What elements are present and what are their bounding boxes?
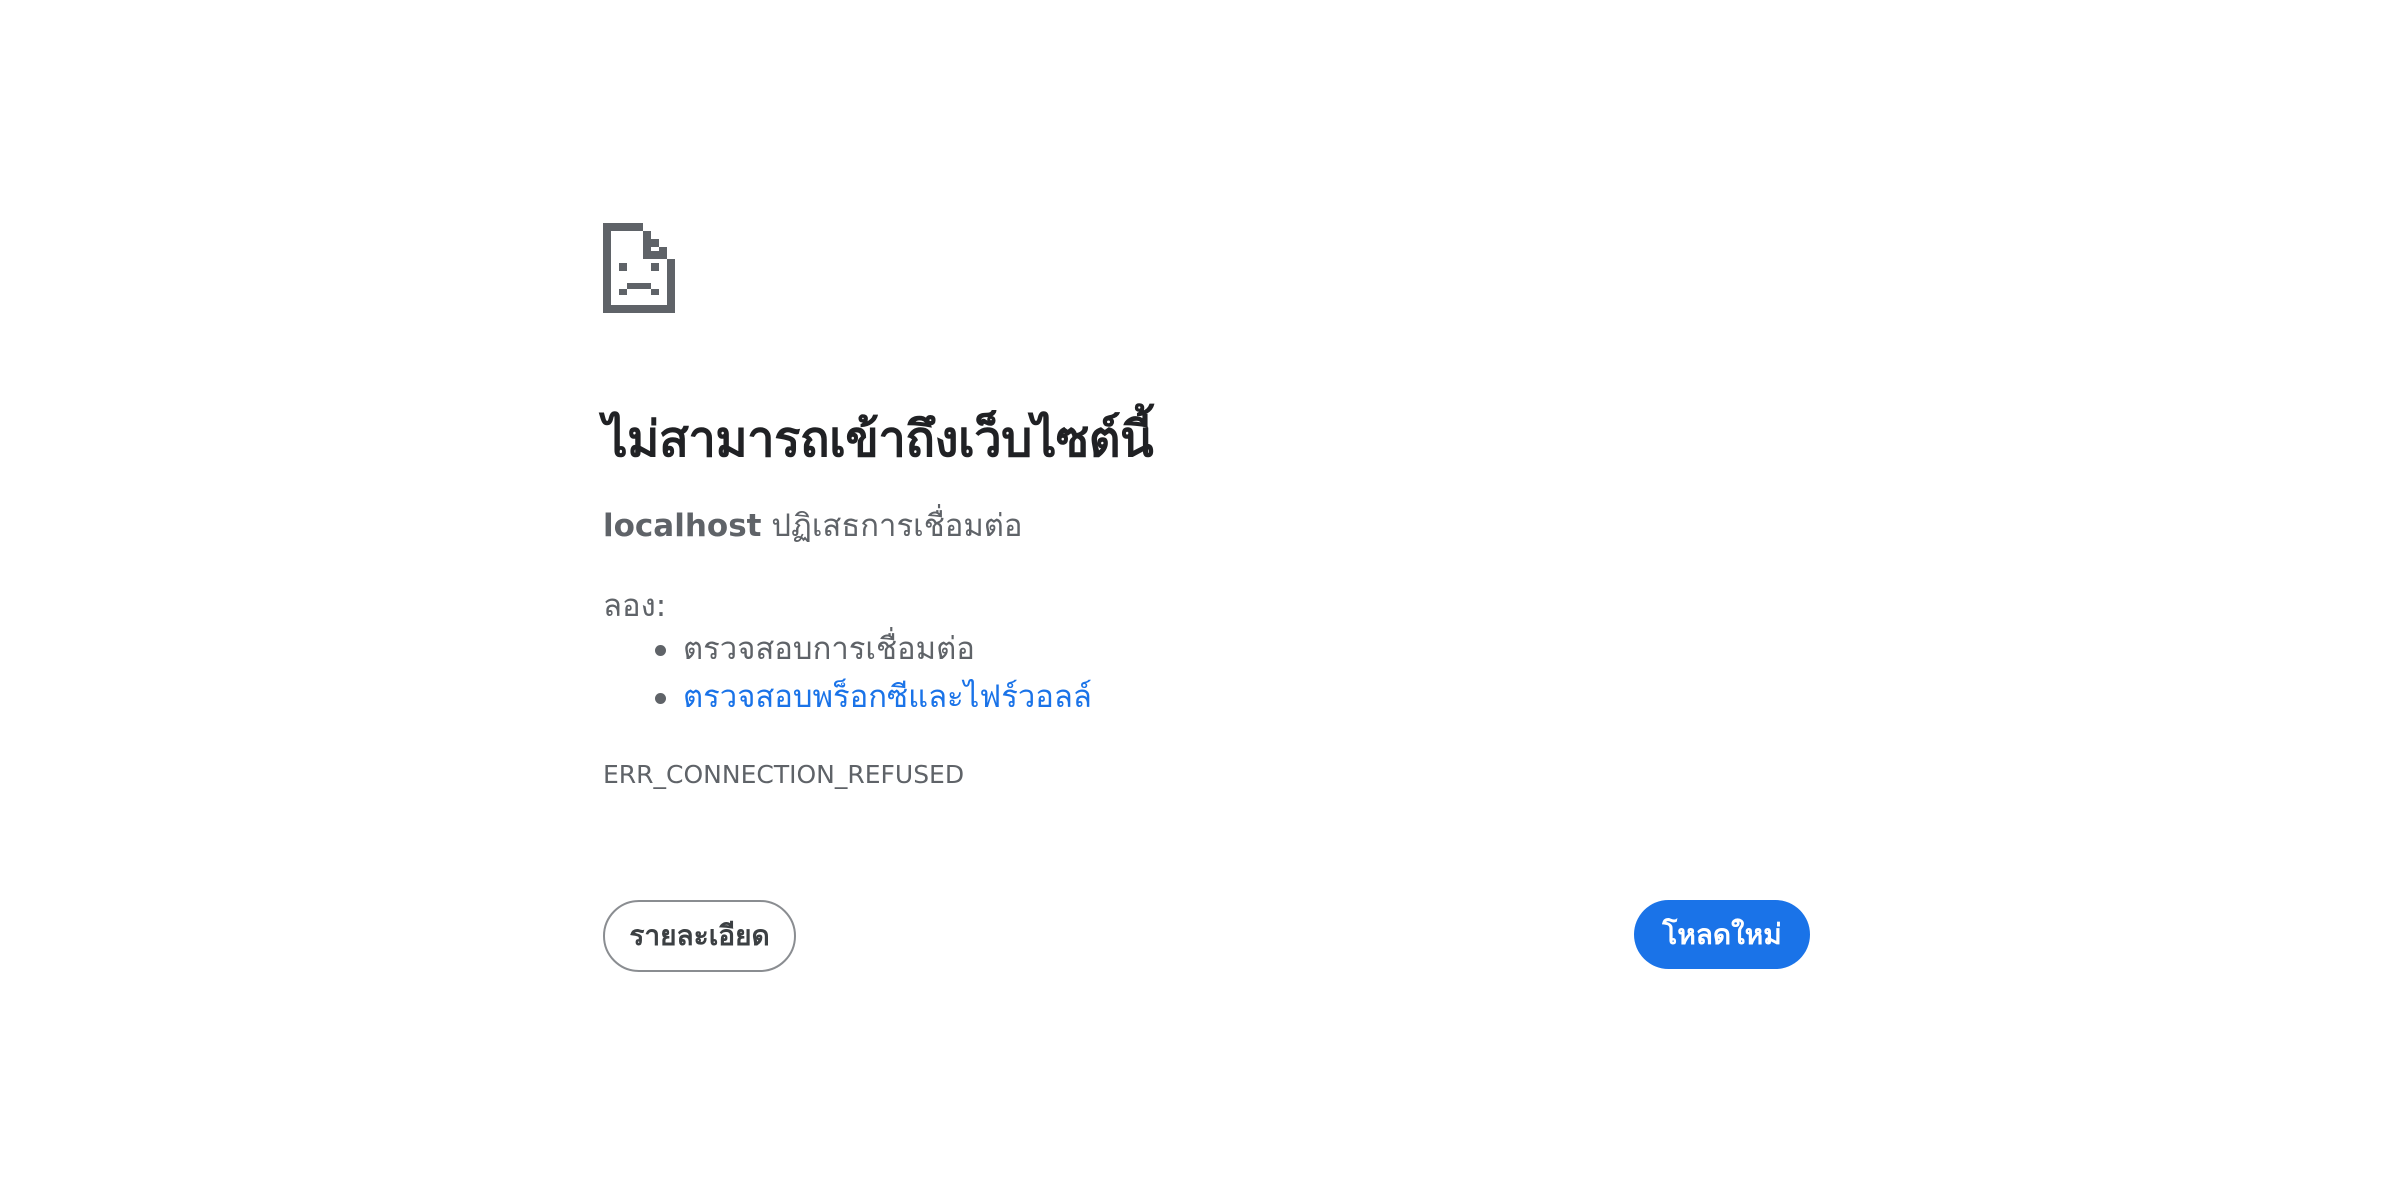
error-page: ไม่สามารถเข้าถึงเว็บไซต์นี้ localhost ปฏ… bbox=[0, 0, 2400, 1184]
error-code: ERR_CONNECTION_REFUSED bbox=[603, 760, 965, 789]
details-button[interactable]: รายละเอียด bbox=[603, 900, 796, 972]
bullet-icon bbox=[655, 645, 666, 656]
suggestion-item-check-proxy: ตรวจสอบพร็อกซีและไฟร์วอลล์ bbox=[603, 673, 1092, 721]
bullet-icon bbox=[655, 693, 666, 704]
reload-button[interactable]: โหลดใหม่ bbox=[1634, 900, 1810, 969]
suggestion-text: ตรวจสอบการเชื่อมต่อ bbox=[683, 631, 975, 667]
error-host: localhost bbox=[603, 508, 762, 544]
suggestion-item-check-connection: ตรวจสอบการเชื่อมต่อ bbox=[603, 625, 1092, 673]
sad-document-icon bbox=[603, 223, 675, 313]
try-label: ลอง: bbox=[603, 588, 667, 624]
suggestions-list: ตรวจสอบการเชื่อมต่อ ตรวจสอบพร็อกซีและไฟร… bbox=[603, 625, 1092, 721]
check-proxy-firewall-link[interactable]: ตรวจสอบพร็อกซีและไฟร์วอลล์ bbox=[683, 679, 1092, 715]
error-headline: ไม่สามารถเข้าถึงเว็บไซต์นี้ bbox=[603, 411, 1154, 468]
error-message: ปฏิเสธการเชื่อมต่อ bbox=[771, 508, 1023, 544]
error-subtitle: localhost ปฏิเสธการเชื่อมต่อ bbox=[603, 500, 1023, 550]
